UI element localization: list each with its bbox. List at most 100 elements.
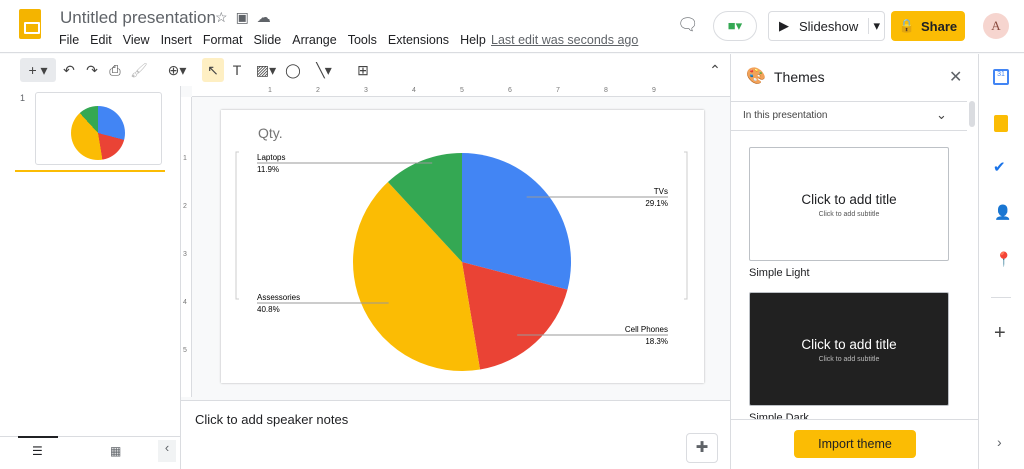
last-edit-link[interactable]: Last edit was seconds ago: [491, 33, 638, 47]
ruler-tick: 2: [316, 87, 320, 94]
side-panel: 31 ✔ 👤 📍 + ›: [978, 54, 1024, 469]
grid-view-icon[interactable]: ▦: [110, 444, 121, 458]
menu-slide[interactable]: Slide: [253, 33, 281, 47]
theme-card-subtitle: Click to add subtitle: [818, 211, 880, 218]
title-icons: ☆▣☁: [215, 9, 279, 26]
star-icon[interactable]: ☆: [215, 9, 236, 25]
avatar[interactable]: A: [983, 13, 1009, 39]
slice-percent: 29.1%: [645, 199, 668, 208]
pie-chart[interactable]: Qty. TVs 29.1% Cell Phones 18.3% Assessories…: [221, 110, 704, 383]
menu-arrange[interactable]: Arrange: [292, 33, 336, 47]
slideshow-label: Slideshow: [799, 18, 859, 34]
shape-icon[interactable]: ◯: [284, 58, 302, 82]
slice-label: Assessories: [257, 293, 300, 302]
menu-format[interactable]: Format: [203, 33, 243, 47]
theme-source-dropdown[interactable]: In this presentation ⌄: [731, 101, 967, 131]
slice-percent: 40.8%: [257, 305, 280, 314]
vertical-ruler[interactable]: 1 2 3 4 5: [181, 97, 192, 397]
redo-icon[interactable]: ↷: [83, 58, 101, 82]
ruler-tick: 4: [412, 87, 416, 94]
meet-button[interactable]: ■▾: [713, 11, 757, 41]
palette-icon: 🎨: [746, 68, 766, 85]
explore-button[interactable]: ✚: [686, 433, 718, 463]
line-icon[interactable]: ╲▾: [308, 58, 340, 82]
thumbnail-pie: [71, 106, 125, 160]
slides-logo-icon[interactable]: [19, 9, 41, 39]
chart-title: Qty.: [258, 125, 283, 141]
paint-format-icon[interactable]: 🖌: [130, 58, 148, 82]
calendar-icon[interactable]: 31: [993, 69, 1009, 85]
zoom-icon[interactable]: ⊕▾: [160, 58, 194, 82]
slide-number: 1: [20, 93, 26, 103]
select-icon[interactable]: ↖: [202, 58, 224, 82]
ruler-tick: 3: [364, 87, 368, 94]
import-theme-button[interactable]: Import theme: [794, 430, 916, 458]
slideshow-dropdown-icon[interactable]: ▾: [868, 18, 884, 34]
cloud-status-icon[interactable]: ☁: [257, 9, 279, 25]
theme-card-simple-light[interactable]: Click to add title Click to add subtitle: [749, 147, 949, 261]
ruler-tick: 8: [604, 87, 608, 94]
ruler-tick: 3: [183, 251, 187, 258]
slice-label: TVs: [654, 187, 668, 196]
comment-add-icon[interactable]: ⊞: [354, 58, 372, 82]
theme-card-title: Click to add title: [801, 192, 897, 207]
menu-bar: File Edit View Insert Format Slide Arrange Tool…: [59, 33, 486, 47]
menu-extensions[interactable]: Extensions: [388, 33, 449, 47]
collapse-filmstrip-icon[interactable]: ‹: [158, 440, 176, 462]
thumbnail-selected-indicator: [15, 170, 165, 172]
image-icon[interactable]: ▨▾: [252, 58, 280, 82]
menu-help[interactable]: Help: [460, 33, 486, 47]
slice-label: Laptops: [257, 153, 285, 162]
maps-icon[interactable]: 📍: [995, 251, 1012, 268]
speaker-notes[interactable]: Click to add speaker notes ✚: [181, 400, 730, 469]
tasks-icon[interactable]: ✔: [993, 158, 1006, 176]
comments-icon[interactable]: 🗨: [677, 15, 699, 35]
ruler-tick: 4: [183, 299, 187, 306]
close-icon[interactable]: ✕: [949, 67, 962, 87]
slice-percent: 11.9%: [257, 165, 279, 174]
undo-icon[interactable]: ↶: [60, 58, 78, 82]
document-title[interactable]: Untitled presentation: [60, 8, 216, 28]
divider: [991, 297, 1011, 298]
ruler-tick: 5: [183, 347, 187, 354]
slice-label: Cell Phones: [625, 325, 668, 334]
chevron-down-icon: ⌄: [936, 107, 947, 122]
print-icon[interactable]: ⎙: [106, 58, 124, 82]
slide-canvas[interactable]: Qty. TVs 29.1% Cell Phones 18.3% Assessories…: [221, 110, 704, 383]
scrollbar[interactable]: [969, 101, 975, 127]
play-icon: ▶: [779, 18, 789, 33]
slideshow-button[interactable]: ▶ Slideshow ▾: [768, 11, 885, 41]
slide-thumbnail[interactable]: [35, 92, 162, 165]
share-button[interactable]: 🔒 Share: [891, 11, 965, 41]
theme-card-subtitle: Click to add subtitle: [818, 356, 880, 363]
speaker-notes-placeholder[interactable]: Click to add speaker notes: [195, 412, 348, 427]
filmstrip-view-indicator: [18, 436, 58, 438]
contacts-icon[interactable]: 👤: [994, 204, 1011, 221]
theme-name: Simple Light: [749, 267, 810, 279]
menu-file[interactable]: File: [59, 33, 79, 47]
keep-icon[interactable]: [994, 115, 1008, 132]
new-slide-button[interactable]: + ▾: [20, 58, 56, 82]
theme-card-simple-dark[interactable]: Click to add title Click to add subtitle: [749, 292, 949, 406]
expand-panel-icon[interactable]: ›: [997, 434, 1002, 450]
slice-percent: 18.3%: [645, 337, 668, 346]
share-label: Share: [921, 18, 958, 34]
themes-panel: 🎨 Themes ✕ In this presentation ⌄ Click …: [730, 54, 979, 469]
filmstrip-view-icon[interactable]: ☰: [32, 444, 43, 458]
menu-insert[interactable]: Insert: [161, 33, 192, 47]
theme-name: Simple Dark: [749, 412, 809, 419]
add-addon-icon[interactable]: +: [994, 322, 1006, 345]
lock-icon: 🔒: [898, 18, 916, 33]
ruler-tick: 6: [508, 87, 512, 94]
ruler-tick: 9: [652, 87, 656, 94]
move-folder-icon[interactable]: ▣: [236, 9, 257, 25]
horizontal-ruler[interactable]: 1 2 3 4 5 6 7 8 9: [192, 86, 730, 97]
text-box-icon[interactable]: T: [228, 58, 246, 82]
collapse-toolbar-icon[interactable]: ⌃: [706, 58, 724, 82]
menu-view[interactable]: View: [123, 33, 150, 47]
menu-edit[interactable]: Edit: [90, 33, 112, 47]
theme-source-label: In this presentation: [743, 110, 828, 121]
themes-title: Themes: [774, 69, 825, 85]
ruler-tick: 2: [183, 203, 187, 210]
menu-tools[interactable]: Tools: [348, 33, 377, 47]
